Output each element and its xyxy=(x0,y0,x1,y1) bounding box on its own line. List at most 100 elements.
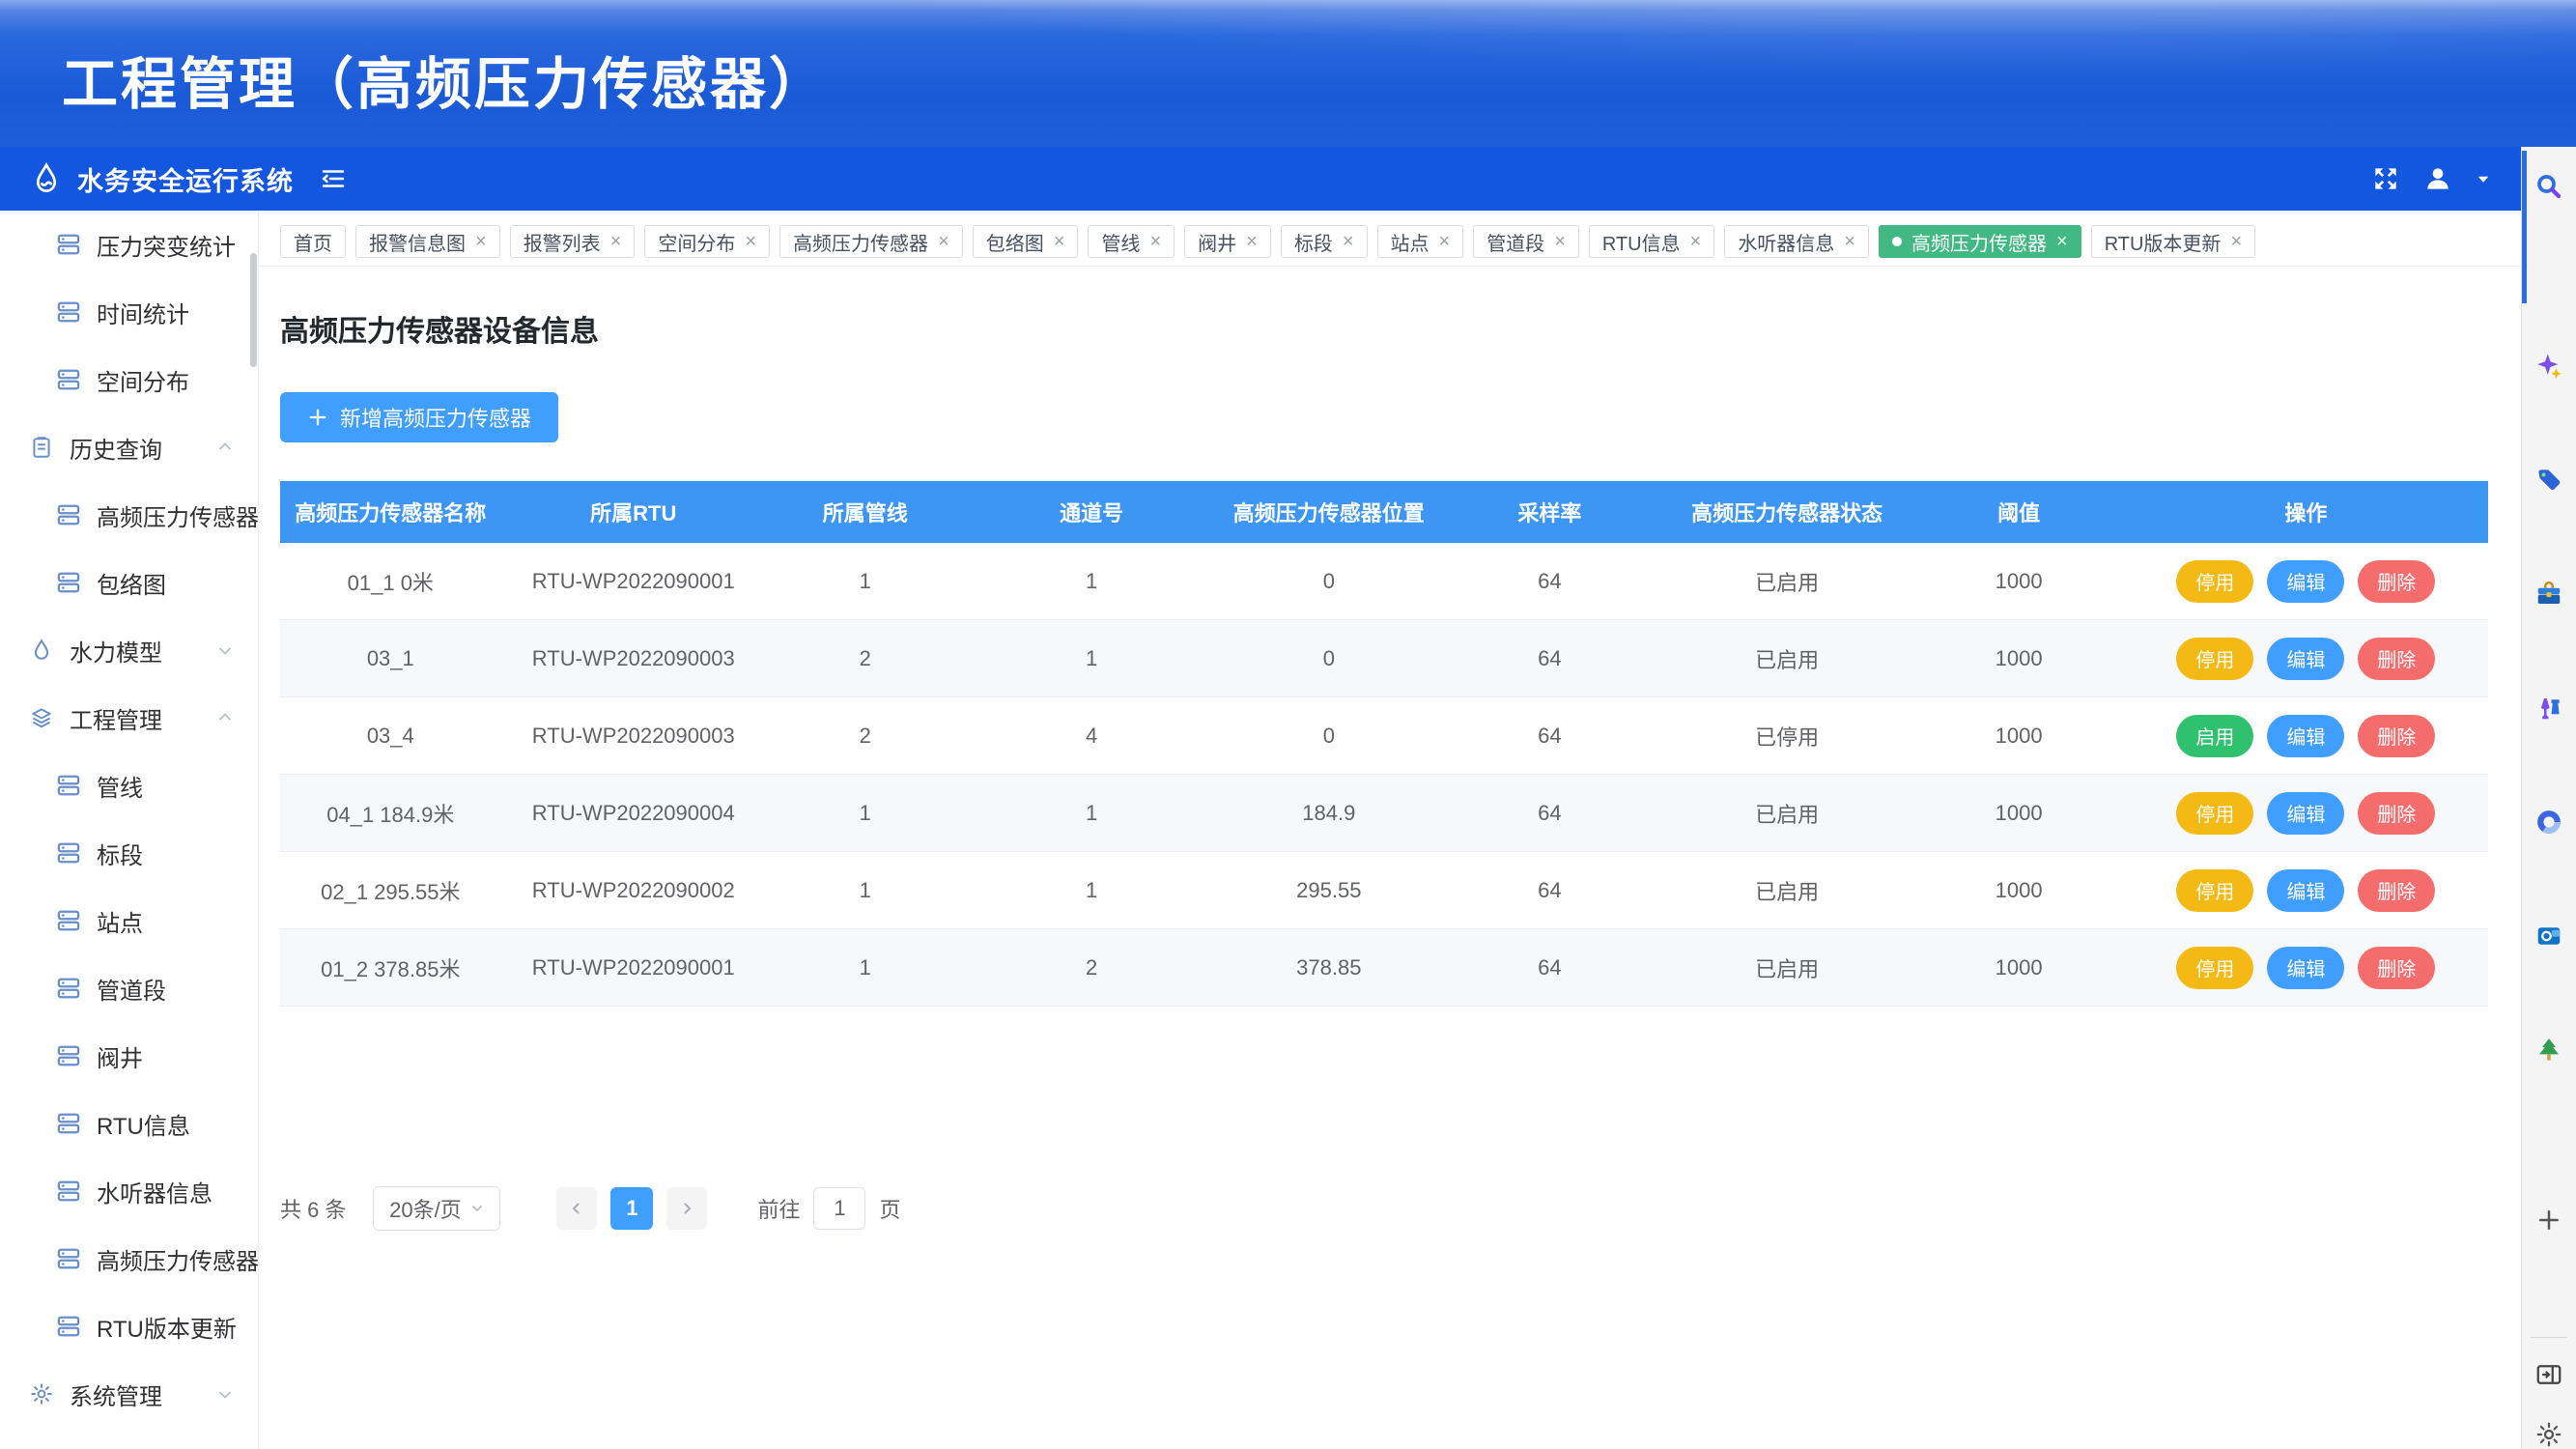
tab-1[interactable]: 首页 xyxy=(280,225,346,258)
tab-9[interactable]: 标段× xyxy=(1281,225,1368,258)
toolbox-icon[interactable] xyxy=(2534,580,2563,609)
sidebar-item-9[interactable]: 管线 xyxy=(0,752,258,819)
mail-icon[interactable] xyxy=(2534,922,2563,951)
tab-4[interactable]: 空间分布× xyxy=(644,225,770,258)
close-icon[interactable]: × xyxy=(938,232,949,251)
settings-icon[interactable] xyxy=(2534,1420,2563,1449)
gear-icon xyxy=(29,1381,54,1406)
games-icon[interactable] xyxy=(2534,694,2563,723)
delete-button[interactable]: 删除 xyxy=(2358,560,2435,603)
edit-button[interactable]: 编辑 xyxy=(2267,638,2344,680)
edit-button[interactable]: 编辑 xyxy=(2267,792,2344,835)
tree-icon[interactable] xyxy=(2534,1036,2563,1065)
sidebar-item-17[interactable]: RTU版本更新 xyxy=(0,1293,258,1360)
close-icon[interactable]: × xyxy=(1554,232,1566,251)
disable-button[interactable]: 停用 xyxy=(2176,560,2253,603)
sidebar-item-7[interactable]: 水力模型 xyxy=(0,616,258,684)
sidebar-item-label: 管线 xyxy=(97,769,143,803)
edit-button[interactable]: 编辑 xyxy=(2267,869,2344,912)
tag-icon[interactable] xyxy=(2534,466,2563,495)
sidebar-item-12[interactable]: 管道段 xyxy=(0,954,258,1022)
close-icon[interactable]: × xyxy=(1343,232,1354,251)
sidebar-item-18[interactable]: 系统管理 xyxy=(0,1360,258,1428)
delete-button[interactable]: 删除 xyxy=(2358,638,2435,680)
panel-toggle-icon[interactable] xyxy=(2534,1360,2563,1389)
delete-button[interactable]: 删除 xyxy=(2358,792,2435,835)
delete-button[interactable]: 删除 xyxy=(2358,869,2435,912)
grid-icon xyxy=(56,1043,81,1068)
next-page-button[interactable] xyxy=(666,1187,707,1230)
caret-down-icon[interactable] xyxy=(2475,170,2492,187)
close-icon[interactable]: × xyxy=(1690,232,1702,251)
close-icon[interactable]: × xyxy=(1439,232,1451,251)
sidebar-item-8[interactable]: 工程管理 xyxy=(0,684,258,752)
page-number-1[interactable]: 1 xyxy=(610,1187,653,1230)
sidebar-item-2[interactable]: 时间统计 xyxy=(0,278,258,346)
sidebar-item-13[interactable]: 阀井 xyxy=(0,1022,258,1090)
cell: 64 xyxy=(1439,646,1660,671)
column-header: 通道号 xyxy=(965,497,1219,527)
edit-button[interactable]: 编辑 xyxy=(2267,560,2344,603)
tab-3[interactable]: 报警列表× xyxy=(510,225,636,258)
close-icon[interactable]: × xyxy=(1054,232,1065,251)
add-sensor-button[interactable]: 新增高频压力传感器 xyxy=(280,392,558,442)
sidebar-item-label: 水力模型 xyxy=(70,634,162,668)
edit-button[interactable]: 编辑 xyxy=(2267,715,2344,757)
tab-11[interactable]: 管道段× xyxy=(1473,225,1579,258)
tab-7[interactable]: 管线× xyxy=(1088,225,1175,258)
menu-fold-icon[interactable] xyxy=(319,164,348,193)
tab-label: 站点 xyxy=(1391,228,1430,256)
tab-5[interactable]: 高频压力传感器× xyxy=(779,225,963,258)
cell: 已启用 xyxy=(1660,566,1914,597)
tab-2[interactable]: 报警信息图× xyxy=(355,225,500,258)
sidebar-item-1[interactable]: 压力突变统计 xyxy=(0,211,258,278)
sidebar-item-3[interactable]: 空间分布 xyxy=(0,346,258,413)
disable-button[interactable]: 停用 xyxy=(2176,638,2253,680)
cell: RTU-WP2022090004 xyxy=(501,801,766,826)
sidebar-item-6[interactable]: 包络图 xyxy=(0,549,258,616)
close-icon[interactable]: × xyxy=(610,232,622,251)
tab-8[interactable]: 阀井× xyxy=(1184,225,1271,258)
column-header: 所属管线 xyxy=(766,497,965,527)
edit-button[interactable]: 编辑 xyxy=(2267,947,2344,989)
disable-button[interactable]: 停用 xyxy=(2176,792,2253,835)
close-icon[interactable]: × xyxy=(745,232,756,251)
tab-14[interactable]: 高频压力传感器 × xyxy=(1879,225,2081,258)
sidebar-item-14[interactable]: RTU信息 xyxy=(0,1090,258,1157)
tab-10[interactable]: 站点 × xyxy=(1377,225,1464,258)
tab-15[interactable]: RTU版本更新× xyxy=(2091,225,2255,258)
design-icon[interactable] xyxy=(2534,808,2563,837)
tab-6[interactable]: 包络图× xyxy=(973,225,1079,258)
disable-button[interactable]: 停用 xyxy=(2176,869,2253,912)
sidebar-scrollbar-thumb[interactable] xyxy=(250,253,257,367)
search-icon[interactable] xyxy=(2534,172,2563,201)
table-header-row: 高频压力传感器名称所属RTU所属管线通道号高频压力传感器位置采样率高频压力传感器… xyxy=(280,481,2488,543)
sparkle-icon[interactable] xyxy=(2534,352,2563,381)
close-icon[interactable]: × xyxy=(1149,232,1161,251)
close-icon[interactable]: × xyxy=(2056,232,2068,251)
sidebar-item-11[interactable]: 站点 xyxy=(0,887,258,954)
close-icon[interactable]: × xyxy=(1844,232,1855,251)
disable-button[interactable]: 停用 xyxy=(2176,947,2253,989)
cell: 1 xyxy=(965,801,1219,826)
page-size-select[interactable]: 20条/页 xyxy=(373,1186,500,1231)
close-icon[interactable]: × xyxy=(2230,232,2242,251)
sidebar-item-10[interactable]: 标段 xyxy=(0,819,258,887)
sidebar-item-16[interactable]: 高频压力传感器 xyxy=(0,1225,258,1293)
plus-icon[interactable] xyxy=(2534,1206,2563,1235)
prev-page-button[interactable] xyxy=(556,1187,597,1230)
delete-button[interactable]: 删除 xyxy=(2358,715,2435,757)
goto-page-input[interactable] xyxy=(813,1187,865,1230)
close-icon[interactable]: × xyxy=(1246,232,1258,251)
sidebar-item-5[interactable]: 高频压力传感器 xyxy=(0,481,258,549)
tab-12[interactable]: RTU信息× xyxy=(1589,225,1714,258)
close-icon[interactable]: × xyxy=(475,232,487,251)
enable-button[interactable]: 启用 xyxy=(2176,715,2253,757)
tab-13[interactable]: 水听器信息× xyxy=(1724,225,1869,258)
tab-label: 高频压力传感器 xyxy=(1911,228,2047,256)
fullscreen-icon[interactable] xyxy=(2370,163,2401,194)
delete-button[interactable]: 删除 xyxy=(2358,947,2435,989)
sidebar-item-4[interactable]: 历史查询 xyxy=(0,413,258,481)
user-icon[interactable] xyxy=(2422,163,2453,194)
sidebar-item-15[interactable]: 水听器信息 xyxy=(0,1157,258,1225)
